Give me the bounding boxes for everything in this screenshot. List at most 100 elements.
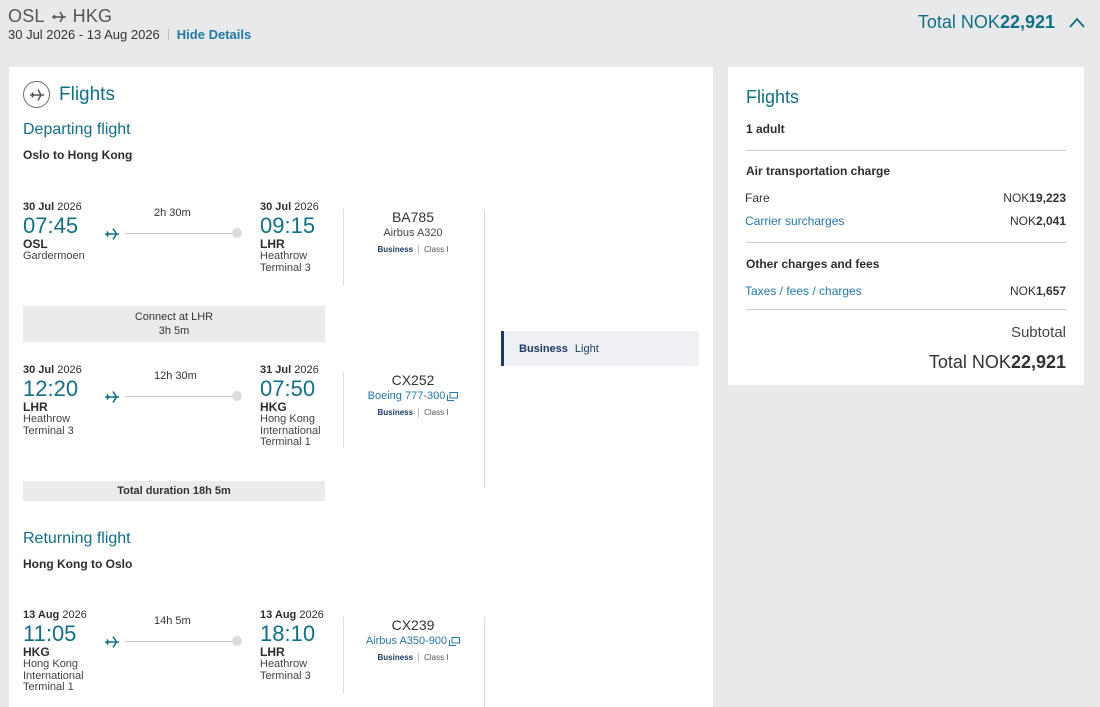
divider (418, 408, 420, 417)
total-duration-value: 18h 5m (192, 485, 231, 497)
air-charge-heading: Air transportation charge (746, 164, 891, 178)
divider (343, 209, 344, 285)
flight-info: CX252 Boeing 777-300 Business Class I (345, 372, 481, 417)
flight-path (104, 227, 242, 240)
route-summary: OSL HKG (8, 6, 112, 27)
arrival-block: 30 Jul 2026 09:15 LHR Heathrow Terminal 3 (260, 201, 350, 274)
aircraft-type[interactable]: Boeing 777-300 (345, 390, 481, 402)
summary-title: Flights (746, 87, 800, 107)
arrival-airport-name: Terminal 3 (260, 261, 311, 274)
flight-path-line (125, 641, 233, 642)
flight-path-end-dot (232, 636, 242, 646)
flight-path-end-dot (232, 391, 242, 401)
departure-date-year: 2026 (57, 364, 82, 376)
surcharge-value: NOK2,041 (1010, 214, 1066, 228)
taxes-value: NOK1,657 (1010, 284, 1066, 298)
flight-info: CX239 Airbus A350-900 Business Class I (345, 617, 481, 662)
arrival-airport-name: Terminal 1 (260, 436, 311, 448)
flight-number: BA785 (391, 209, 435, 225)
departure-date-year: 2026 (62, 609, 87, 621)
fare-row: Fare NOK19,223 (745, 191, 1066, 205)
divider (746, 242, 1066, 243)
arrival-date-year: 2026 (294, 364, 319, 376)
carrier-surcharges-link[interactable]: Carrier surcharges (745, 214, 844, 228)
arrival-airport-name: Heathrow (260, 250, 308, 262)
arrival-date: 31 Jul 2026 (260, 364, 350, 376)
arrival-date-day: 30 Jul (260, 201, 292, 213)
cabin-class: Business Class I (345, 245, 481, 254)
itinerary-header: OSL HKG 30 Jul 2026 - 13 Aug 2026 Hide D… (0, 0, 1100, 60)
flight-segment: 13 Aug 2026 11:05 HKG Hong Kong Internati… (23, 609, 483, 699)
departure-date-day: 30 Jul (23, 364, 55, 376)
aircraft-type[interactable]: Airbus A350-900 (345, 635, 481, 647)
arrival-airport-name: Terminal 3 (260, 669, 311, 682)
divider (746, 309, 1066, 310)
taxes-fees-link[interactable]: Taxes / fees / charges (745, 284, 862, 298)
aircraft-name: Airbus A350-900 (365, 635, 448, 647)
arrival-block: 13 Aug 2026 18:10 LHR Heathrow Terminal 3 (260, 609, 350, 682)
date-range: 30 Jul 2026 - 13 Aug 2026 (8, 27, 160, 42)
flight-segment: 30 Jul 2026 07:45 OSL Gardermoen 2h 30m … (23, 201, 483, 291)
flight-path (104, 390, 242, 403)
plane-icon (105, 228, 119, 240)
divider (418, 653, 420, 662)
chevron-up-icon[interactable] (1067, 13, 1087, 33)
booking-class: Class I (424, 653, 449, 662)
departure-date-day: 13 Aug (23, 609, 60, 621)
arrival-time: 09:15 (260, 213, 316, 238)
departing-flight-subtitle: Oslo to Hong Kong (23, 148, 133, 162)
divider (418, 245, 420, 254)
departure-airport-name: Hong Kong (23, 658, 79, 670)
returning-flight-title: Returning flight (23, 530, 131, 547)
cabin-name: Business (377, 408, 414, 417)
arrival-airport-name: Hong Kong (260, 413, 316, 425)
header-total-toggle[interactable]: Total NOK 22,921 (918, 12, 1087, 33)
connection-info: Connect at LHR 3h 5m (23, 306, 325, 342)
departure-date-day: 30 Jul (23, 201, 55, 213)
destination-code: HKG (72, 6, 113, 26)
divider (343, 372, 344, 448)
flight-path-end-dot (232, 228, 242, 238)
arrival-airport-name: Heathrow (260, 658, 308, 670)
aircraft-name: Boeing 777-300 (367, 390, 446, 402)
hide-details-link[interactable]: Hide Details (177, 27, 251, 42)
cabin-class: Business Class I (345, 408, 481, 417)
taxes-amount: 1,657 (1035, 284, 1066, 298)
flight-duration: 12h 30m (154, 370, 197, 382)
header-total-prefix: Total NOK (917, 12, 1000, 32)
connect-text: Connect at LHR (134, 311, 214, 323)
divider (167, 29, 169, 40)
flight-path-line (125, 233, 233, 234)
total-duration-bar: Total duration 18h 5m (23, 481, 325, 501)
trip-dates: 30 Jul 2026 - 13 Aug 2026 Hide Details (8, 27, 251, 42)
flight-path-line (125, 396, 233, 397)
departure-block: 13 Aug 2026 11:05 HKG Hong Kong Internati… (23, 609, 113, 694)
arrival-date-year: 2026 (299, 609, 324, 621)
cabin-name: Business (377, 653, 414, 662)
surcharge-currency: NOK (1009, 214, 1036, 228)
departing-flight-title: Departing flight (23, 121, 131, 138)
total-prefix: Total NOK (928, 352, 1011, 372)
arrival-time: 18:10 (260, 621, 316, 646)
booking-class: Class I (424, 408, 449, 417)
cabin-name: Business (377, 245, 414, 254)
departure-time: 12:20 (23, 376, 79, 401)
fare-family-selection[interactable]: Business Light (501, 331, 699, 366)
subtotal-label: Subtotal (1010, 324, 1066, 341)
departure-block: 30 Jul 2026 12:20 LHR Heathrow Terminal 3 (23, 364, 113, 437)
flight-number: CX252 (391, 372, 435, 388)
flight-number: CX239 (391, 617, 435, 633)
booking-class: Class I (424, 245, 449, 254)
departure-date: 30 Jul 2026 (23, 364, 113, 376)
arrival-time: 07:50 (260, 376, 316, 401)
plane-icon (105, 636, 119, 648)
departure-airport-name: Terminal 1 (23, 681, 74, 693)
fare-label: Fare (745, 191, 770, 205)
departure-date: 30 Jul 2026 (23, 201, 113, 213)
column-divider (484, 617, 485, 707)
arrival-date-day: 13 Aug (260, 609, 297, 621)
taxes-row: Taxes / fees / charges NOK1,657 (745, 284, 1066, 298)
plane-icon (105, 391, 119, 403)
fare-type: Light (574, 342, 599, 355)
total-amount: 22,921 (1010, 352, 1066, 372)
